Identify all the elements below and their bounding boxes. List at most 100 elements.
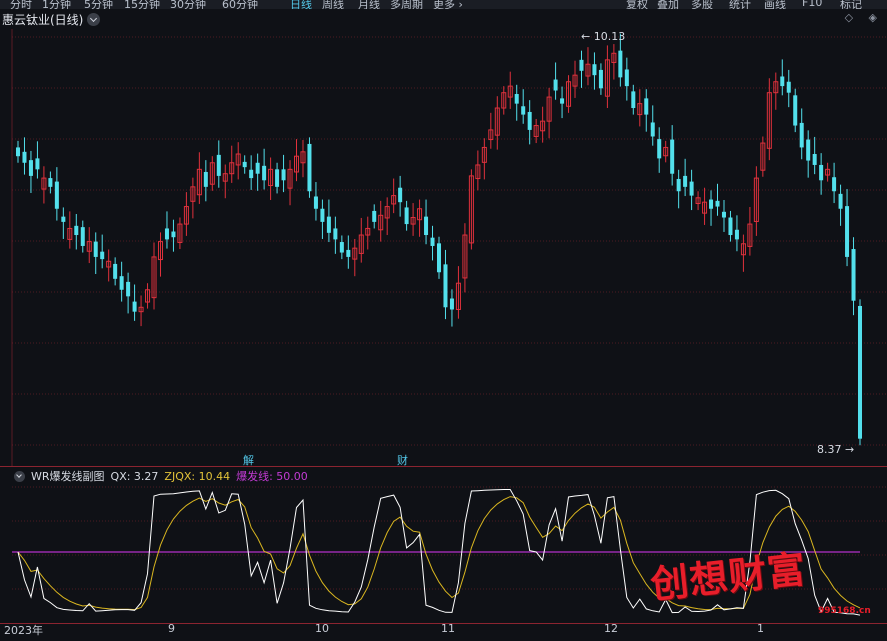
candle-down bbox=[326, 216, 331, 233]
candle-down bbox=[793, 95, 798, 126]
candle-down bbox=[203, 171, 208, 187]
period-tab-4[interactable]: 30分钟 bbox=[170, 0, 206, 9]
chart-tool-icons[interactable]: ◇ ◈ bbox=[845, 11, 883, 24]
candle-down bbox=[709, 199, 714, 209]
zjqx-value: ZJQX: 10.44 bbox=[164, 469, 231, 483]
candle-down bbox=[398, 187, 403, 203]
chart-title-row: 惠云钛业(日线) bbox=[0, 10, 101, 28]
period-tab-3[interactable]: 15分钟 bbox=[124, 0, 160, 9]
toolbar-tool-3[interactable]: 统计 bbox=[729, 0, 751, 9]
candle-down bbox=[812, 154, 817, 165]
date-axis-label: 10 bbox=[315, 622, 329, 635]
price-low-label: 8.37 → bbox=[817, 443, 855, 456]
price-high-label: ← 10.13 bbox=[581, 30, 626, 43]
date-axis-label: 2023年 bbox=[4, 624, 43, 637]
candle-down bbox=[80, 227, 85, 246]
candle-down bbox=[48, 178, 53, 187]
candle-down bbox=[449, 298, 454, 310]
candle-down bbox=[22, 151, 27, 163]
candle-down bbox=[631, 91, 636, 109]
candle-down bbox=[242, 161, 247, 168]
date-axis-label: 11 bbox=[441, 622, 455, 635]
candle-down bbox=[806, 139, 811, 161]
candle-down bbox=[857, 305, 863, 439]
toolbar-tool-5[interactable]: F10 bbox=[802, 0, 822, 9]
burst-line-value: 爆发线: 50.00 bbox=[236, 470, 308, 483]
period-tab-10[interactable]: 更多 › bbox=[433, 0, 463, 9]
candle-down bbox=[780, 76, 785, 87]
candle-down bbox=[307, 143, 312, 192]
candle-down bbox=[618, 50, 623, 78]
date-axis-label: 1 bbox=[757, 622, 764, 635]
candle-down bbox=[320, 208, 325, 222]
candle-down bbox=[313, 196, 318, 209]
period-tab-5[interactable]: 60分钟 bbox=[222, 0, 258, 9]
period-tab-7[interactable]: 周线 bbox=[322, 0, 344, 9]
candlestick-chart[interactable] bbox=[0, 9, 887, 466]
candle-down bbox=[683, 175, 688, 187]
candle-down bbox=[657, 139, 662, 159]
period-tab-2[interactable]: 5分钟 bbox=[84, 0, 113, 9]
candle-down bbox=[560, 98, 565, 104]
candle-down bbox=[54, 181, 59, 209]
candle-down bbox=[216, 154, 221, 176]
candle-down bbox=[93, 241, 98, 257]
period-toolbar: 分时 1分钟 5分钟 15分钟 30分钟 60分钟 日线 周线 月线 多周期 更多 › 复权 叠加 多股 统… bbox=[0, 0, 887, 9]
candle-down bbox=[734, 229, 739, 240]
candle-down bbox=[819, 164, 824, 181]
period-tab-9[interactable]: 多周期 bbox=[390, 0, 423, 9]
candle-down bbox=[28, 160, 33, 176]
candle-down bbox=[346, 249, 351, 257]
period-tab-0[interactable]: 分时 bbox=[10, 0, 32, 9]
candle-down bbox=[113, 263, 118, 279]
candle-down bbox=[838, 193, 843, 209]
candle-down bbox=[372, 210, 377, 222]
candle-down bbox=[443, 264, 448, 308]
candle-down bbox=[521, 106, 526, 115]
period-tab-6[interactable]: 日线 bbox=[290, 0, 312, 9]
price-high-value: 10.13 bbox=[593, 30, 626, 43]
candle-down bbox=[670, 139, 675, 174]
candle-down bbox=[799, 122, 804, 148]
candle-down bbox=[132, 301, 137, 312]
candle-down bbox=[436, 243, 442, 273]
toolbar-tool-2[interactable]: 多股 bbox=[691, 0, 713, 9]
candle-down bbox=[249, 169, 254, 179]
candle-down bbox=[275, 169, 280, 187]
indicator-name[interactable]: WR爆发线副图 bbox=[31, 468, 105, 484]
toolbar-tool-6[interactable]: 标记 bbox=[840, 0, 862, 9]
date-axis-label: 9 bbox=[168, 622, 175, 635]
candle-down bbox=[100, 251, 105, 260]
toolbar-tool-4[interactable]: 画线 bbox=[764, 0, 786, 9]
candle-down bbox=[164, 228, 169, 240]
candle-down bbox=[786, 81, 791, 93]
candle-down bbox=[592, 64, 597, 76]
candle-down bbox=[262, 165, 267, 181]
chevron-down-icon[interactable] bbox=[14, 470, 25, 482]
stock-title: 惠云钛业(日线) bbox=[2, 12, 84, 27]
watermark-url: 995168.cn bbox=[818, 606, 871, 616]
candle-down bbox=[832, 177, 837, 192]
candle-down bbox=[430, 237, 435, 246]
date-axis: 2023年 9 10 11 12 1 bbox=[0, 622, 887, 641]
date-axis-label: 12 bbox=[604, 622, 618, 635]
candle-down bbox=[35, 158, 40, 170]
candle-down bbox=[728, 217, 733, 236]
candle-down bbox=[851, 249, 856, 301]
candle-down bbox=[171, 231, 176, 238]
toolbar-tool-1[interactable]: 叠加 bbox=[657, 0, 679, 9]
candle-down bbox=[644, 98, 649, 115]
toolbar-tool-0[interactable]: 复权 bbox=[626, 0, 648, 9]
candle-down bbox=[404, 207, 409, 225]
qx-value: QX: 3.27 bbox=[110, 469, 159, 483]
candle-down bbox=[598, 69, 603, 89]
candle-down bbox=[553, 79, 558, 91]
candle-down bbox=[715, 200, 720, 207]
period-tab-8[interactable]: 月线 bbox=[358, 0, 380, 9]
candle-down bbox=[676, 178, 681, 192]
chevron-down-icon[interactable] bbox=[87, 12, 101, 26]
candle-down bbox=[255, 162, 260, 174]
candle-down bbox=[61, 216, 66, 222]
period-tab-1[interactable]: 1分钟 bbox=[42, 0, 71, 9]
price-low-value: 8.37 bbox=[817, 443, 842, 456]
